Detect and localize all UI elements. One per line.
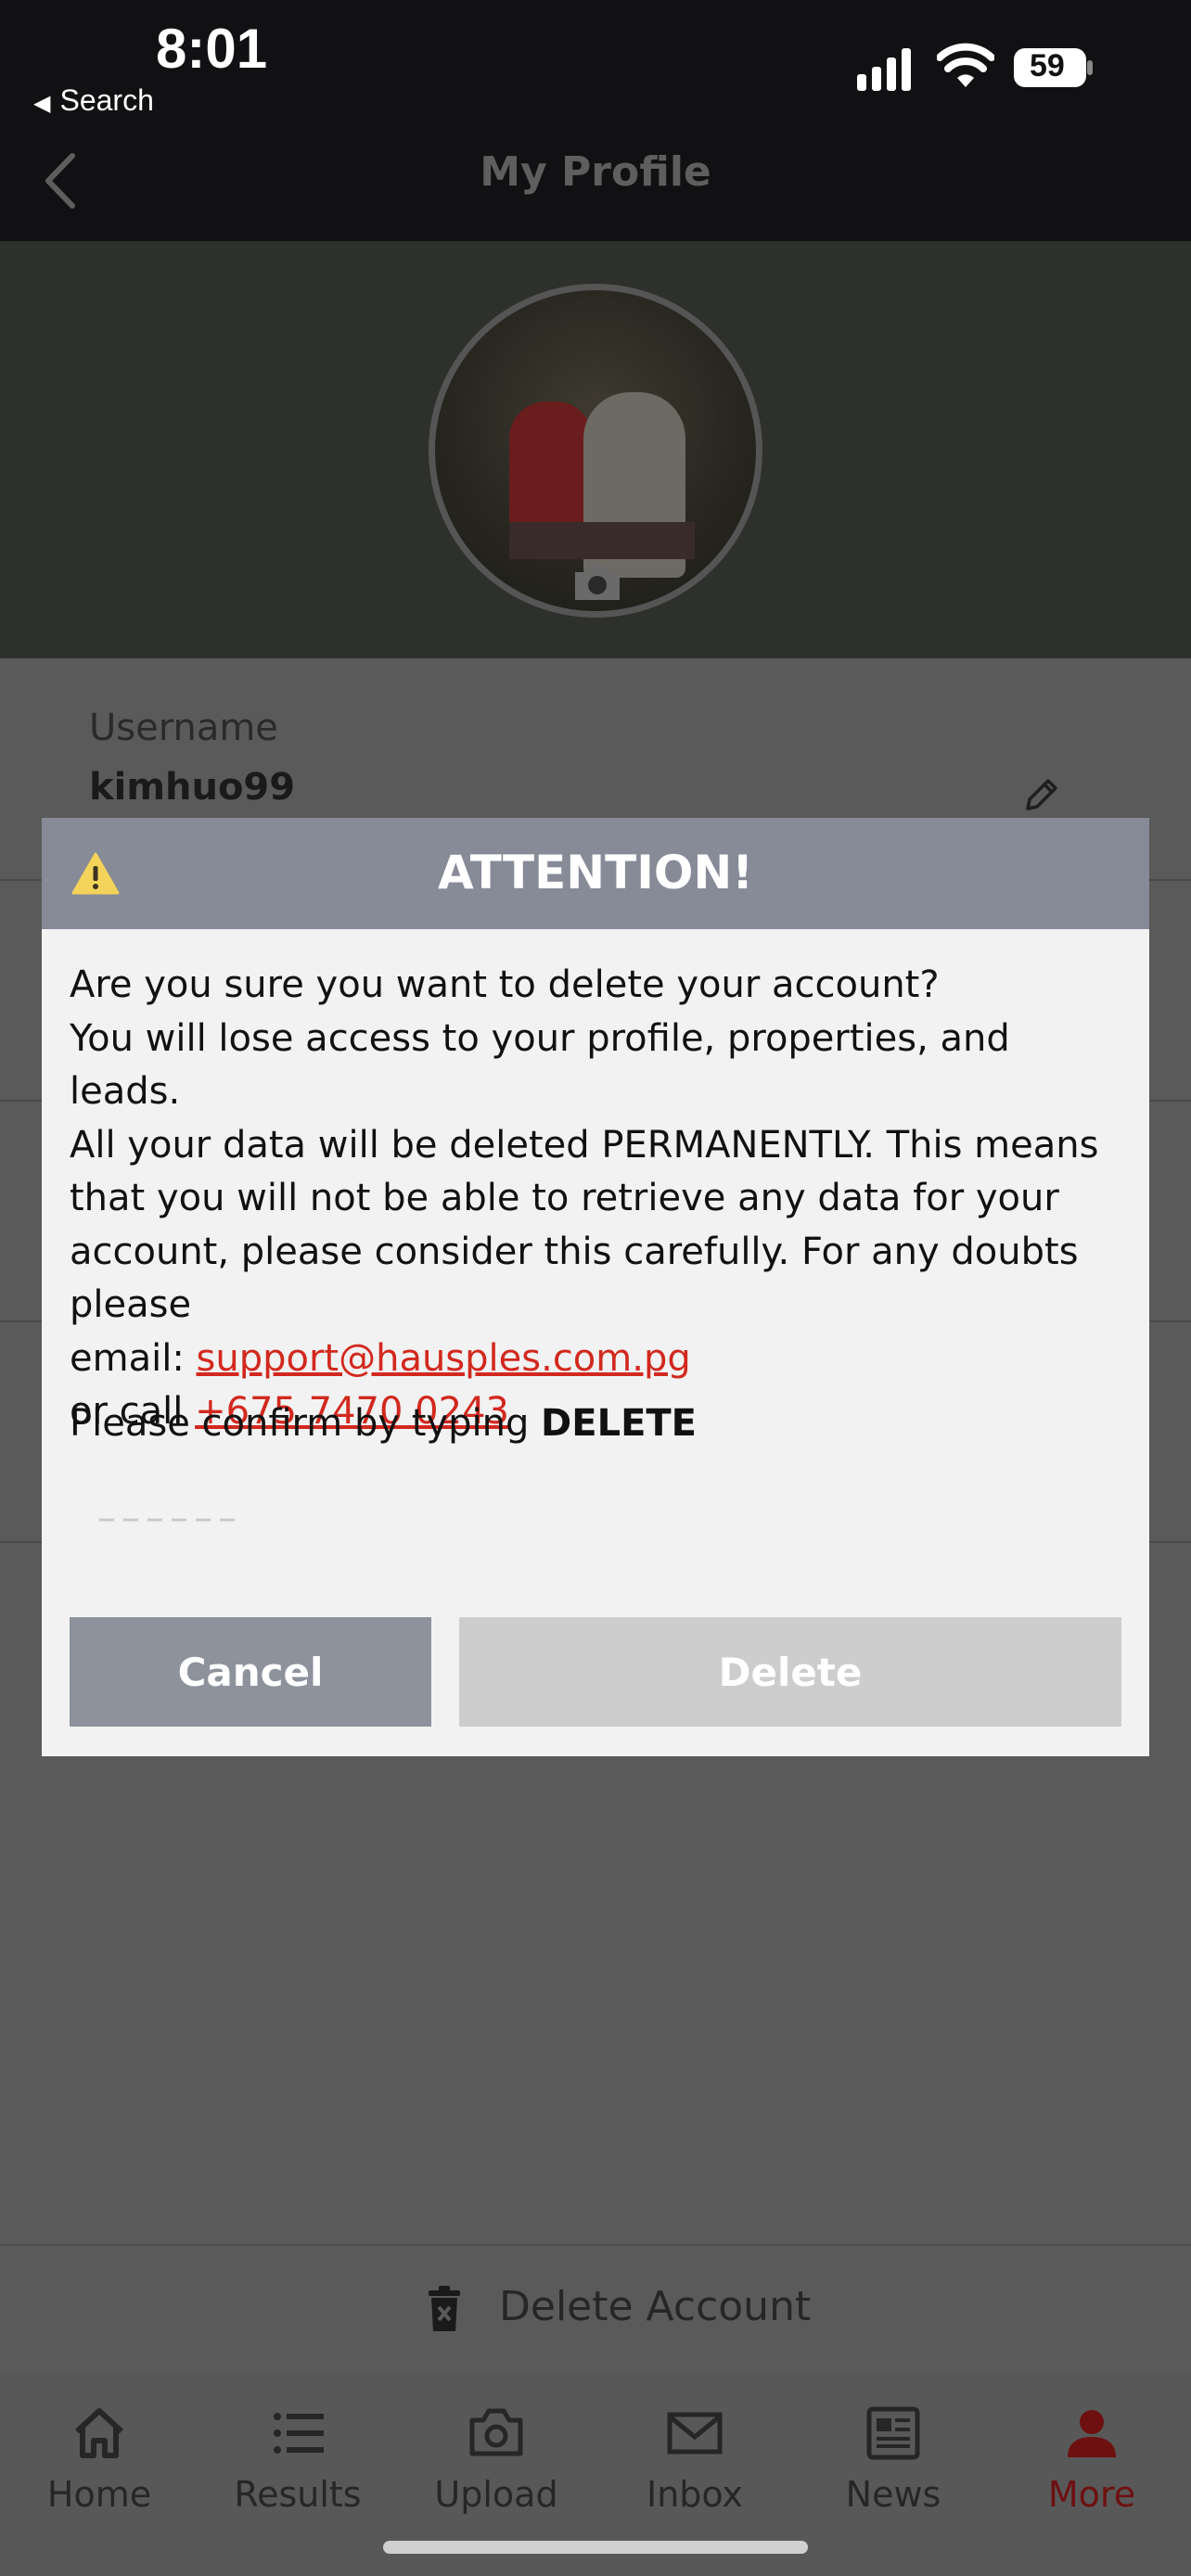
username-value: kimhuo99 [89, 766, 296, 809]
trash-icon [429, 2286, 460, 2331]
cancel-button[interactable]: Cancel [70, 1617, 431, 1727]
delete-account-dialog: ATTENTION! Are you sure you want to dele… [42, 818, 1149, 1756]
confirm-prefix: Please confirm by typing [70, 1402, 542, 1445]
mail-icon [667, 2412, 723, 2455]
tab-results[interactable]: Results [198, 2370, 397, 2528]
pencil-icon[interactable] [1020, 775, 1061, 816]
battery-icon: 59 [1013, 46, 1095, 89]
delete-account-label: Delete Account [499, 2283, 812, 2330]
dialog-warning-permanent: All your data will be deleted PERMANENTL… [70, 1123, 1099, 1327]
username-label: Username [89, 707, 278, 749]
tab-upload-label: Upload [434, 2474, 558, 2515]
dialog-email-line: email: support@hausples.com.pg [70, 1333, 1127, 1386]
tab-news-label: News [845, 2474, 941, 2515]
dialog-warning-access: You will lose access to your profile, pr… [70, 1016, 1010, 1114]
email-prefix: email: [70, 1336, 197, 1380]
tab-more[interactable]: More [992, 2370, 1191, 2528]
confirm-instruction: Please confirm by typing DELETE [70, 1402, 697, 1445]
delete-account-button[interactable]: Delete Account [0, 2244, 1191, 2372]
tab-news[interactable]: News [794, 2370, 992, 2528]
avatar-photo-banner [509, 522, 695, 559]
delete-button[interactable]: Delete [459, 1617, 1121, 1727]
wifi-icon [937, 43, 994, 87]
home-indicator [383, 2541, 808, 2554]
tab-results-label: Results [234, 2474, 362, 2515]
back-search-label: Search [59, 83, 154, 117]
newspaper-icon [866, 2406, 920, 2460]
battery-level: 59 [1030, 48, 1065, 83]
tab-inbox-label: Inbox [647, 2474, 743, 2515]
person-icon [1068, 2410, 1116, 2457]
dialog-title: ATTENTION! [437, 846, 754, 899]
dialog-question: Are you sure you want to delete your acc… [70, 963, 940, 1006]
tab-home[interactable]: Home [0, 2370, 198, 2528]
camera-icon[interactable] [570, 559, 625, 606]
home-icon [74, 2408, 124, 2458]
avatar[interactable] [429, 284, 762, 618]
cellular-signal-icon [857, 48, 911, 91]
status-bar: 8:01 ◀ Search 59 My Profile [0, 0, 1191, 241]
back-to-search-link[interactable]: ◀ Search [33, 83, 154, 118]
list-icon [274, 2413, 324, 2454]
dialog-message: Are you sure you want to delete your acc… [70, 959, 1127, 1439]
dialog-header: ATTENTION! [42, 818, 1149, 929]
tab-inbox[interactable]: Inbox [596, 2370, 794, 2528]
confirm-delete-input[interactable] [70, 1486, 1121, 1550]
confirm-word: DELETE [541, 1402, 697, 1445]
page-title: My Profile [480, 148, 711, 196]
tab-upload[interactable]: Upload [397, 2370, 596, 2528]
tab-home-label: Home [46, 2474, 152, 2515]
back-triangle-icon: ◀ [33, 91, 51, 116]
camera-icon [469, 2408, 523, 2456]
tab-more-label: More [1047, 2474, 1136, 2515]
support-email-link[interactable]: support@hausples.com.pg [197, 1337, 691, 1380]
status-time: 8:01 [156, 18, 268, 80]
